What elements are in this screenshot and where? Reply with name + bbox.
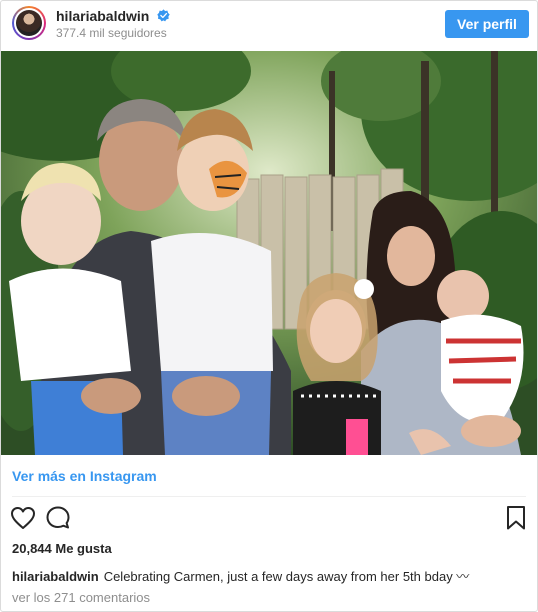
view-more-row: Ver más en Instagram: [1, 456, 537, 496]
likes-count[interactable]: 20,844 Me gusta: [12, 541, 112, 556]
instagram-embed: hilariabaldwin 377.4 mil seguidores Ver …: [0, 0, 538, 612]
header-username[interactable]: hilariabaldwin: [56, 8, 149, 24]
view-comments-link[interactable]: ver los 271 comentarios: [12, 590, 150, 605]
caption-text: Celebrating Carmen, just a few days away…: [103, 569, 470, 584]
heart-icon[interactable]: [10, 506, 36, 530]
post-caption: hilariabaldwin Celebrating Carmen, just a…: [12, 566, 469, 585]
divider: [12, 496, 526, 497]
family-photo-image: [1, 51, 537, 455]
bookmark-icon[interactable]: [505, 505, 527, 531]
post-photo[interactable]: [1, 51, 537, 455]
follower-count: 377.4 mil seguidores: [56, 26, 167, 40]
action-bar: [1, 504, 537, 534]
view-profile-button[interactable]: Ver perfil: [445, 10, 529, 38]
view-more-link[interactable]: Ver más en Instagram: [12, 468, 157, 484]
comment-icon[interactable]: [45, 505, 71, 531]
profile-avatar[interactable]: [12, 6, 46, 40]
post-header: hilariabaldwin 377.4 mil seguidores Ver …: [1, 1, 537, 47]
verified-badge-icon: [157, 9, 170, 22]
caption-username[interactable]: hilariabaldwin: [12, 569, 99, 584]
